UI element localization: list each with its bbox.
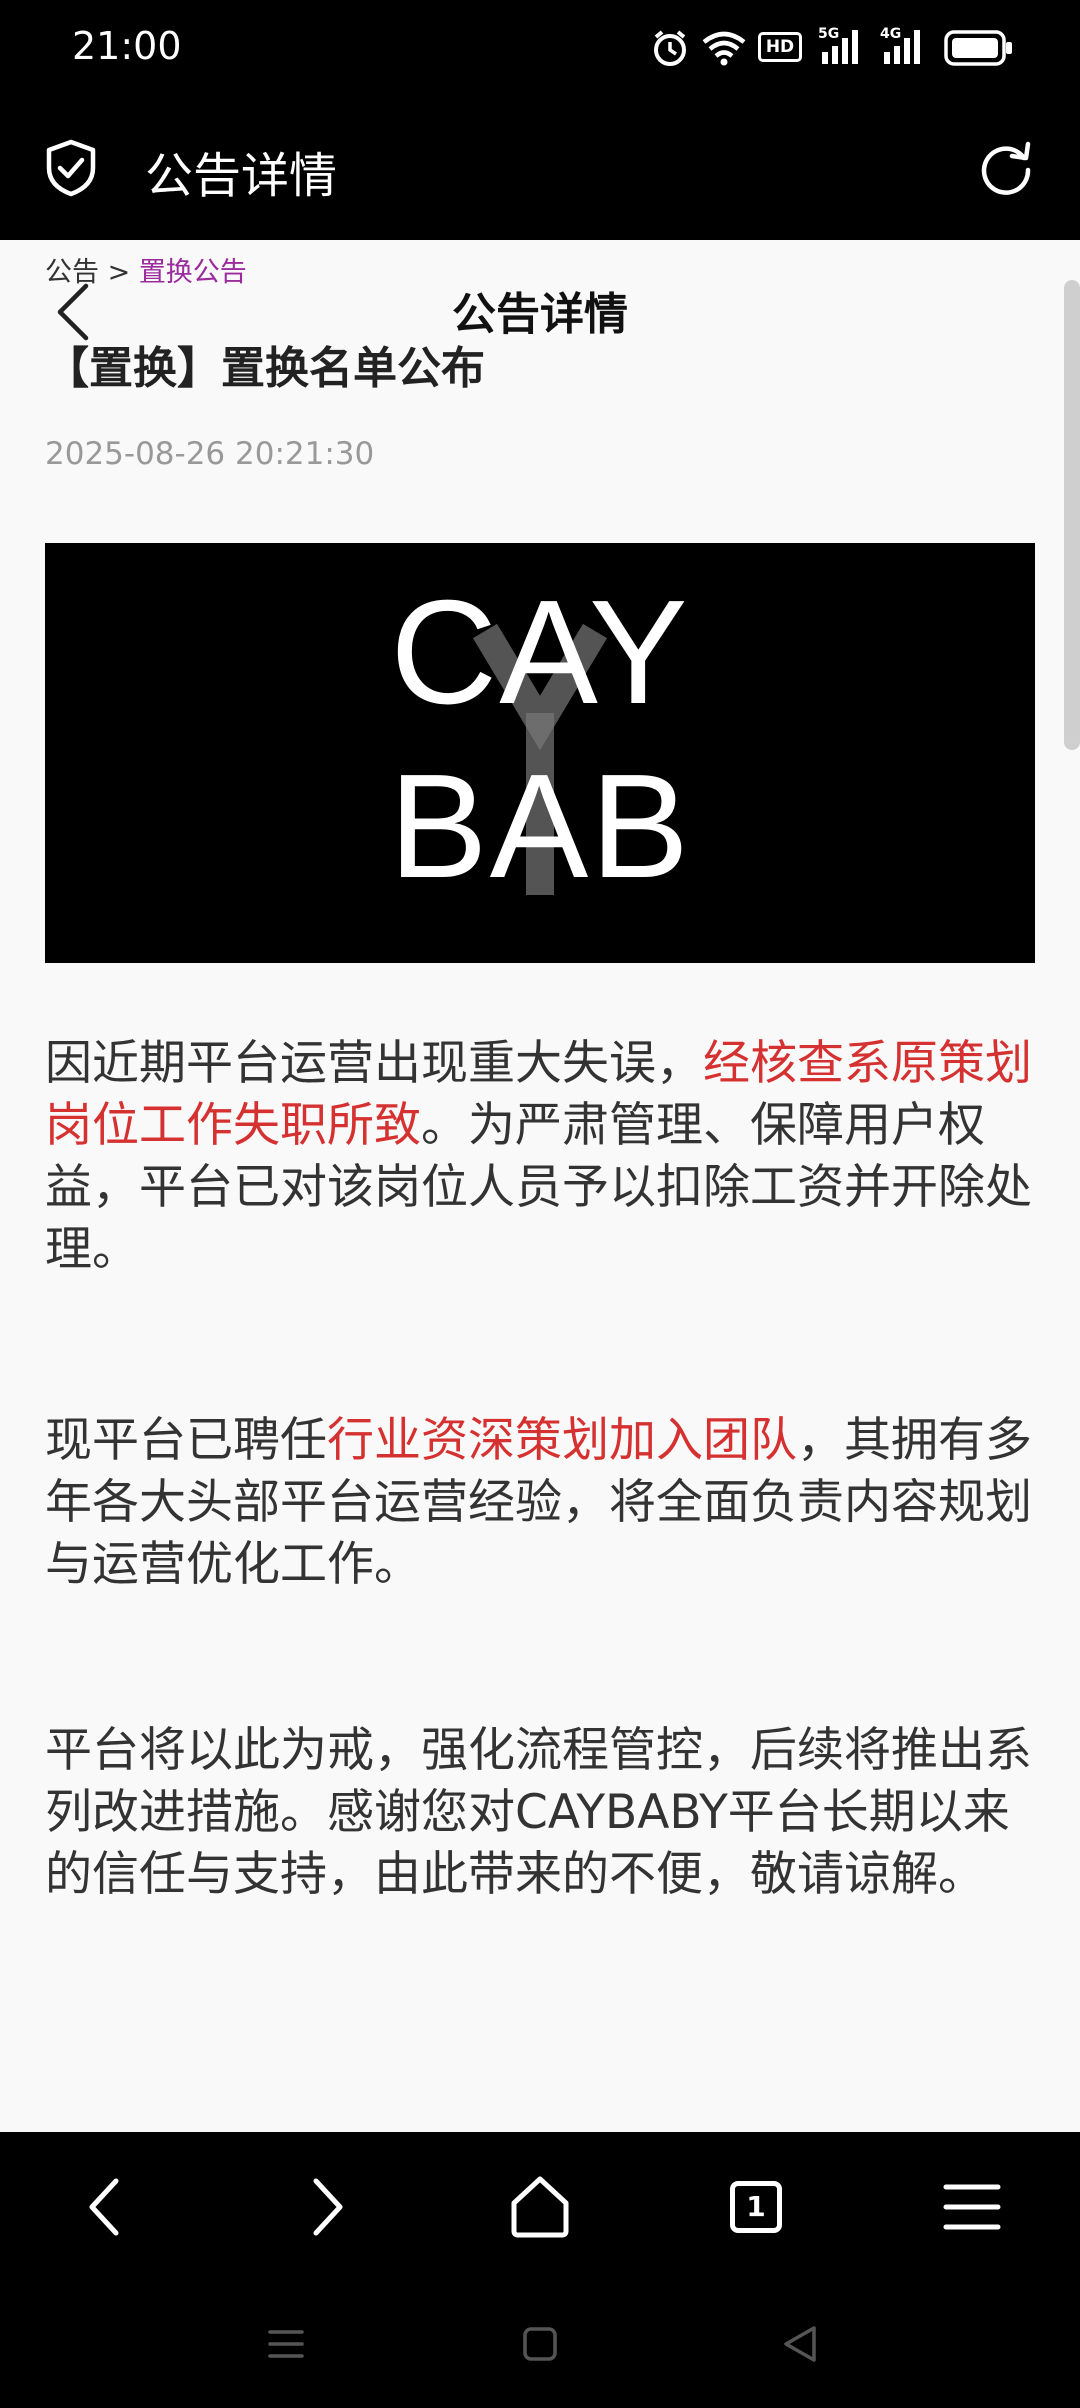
4g-signal-icon: 4G bbox=[880, 26, 930, 66]
paragraph-highlight: 行业资深策划加入团队 bbox=[327, 1413, 797, 1468]
shield-check-icon[interactable] bbox=[45, 139, 97, 197]
tabs-icon[interactable]: 1 bbox=[716, 2167, 796, 2247]
article-paragraph: 现平台已聘任行业资深策划加入团队，其拥有多年各大头部平台运营经验，将全面负责内容… bbox=[45, 1410, 1035, 1596]
5g-signal-icon: 5G bbox=[818, 26, 868, 66]
hd-icon: HD bbox=[758, 32, 802, 62]
paragraph-text: 平台将以此为戒，强化流程管控，后续将推出系列改进措施。感谢您对CAYBABY平台… bbox=[45, 1723, 1032, 1902]
alarm-icon bbox=[654, 30, 686, 66]
caybaby-logo: CAY BAB bbox=[389, 570, 691, 909]
wifi-icon bbox=[702, 31, 746, 66]
back-icon[interactable] bbox=[68, 2167, 148, 2247]
banner-image: CAY BAB bbox=[45, 543, 1035, 963]
status-time: 21:00 bbox=[72, 24, 182, 68]
system-navigation-bar bbox=[0, 2282, 1080, 2408]
status-bar: 21:00 HD 5G 4G bbox=[0, 0, 1080, 96]
tab-count: 1 bbox=[730, 2181, 782, 2233]
browser-top-bar: 公告详情 bbox=[0, 96, 1080, 240]
paragraph-text: 现平台已聘任 bbox=[45, 1413, 327, 1468]
forward-icon[interactable] bbox=[284, 2167, 364, 2247]
home-square-icon[interactable] bbox=[518, 2322, 562, 2366]
svg-text:BAB: BAB bbox=[389, 744, 691, 909]
article-paragraph: 平台将以此为戒，强化流程管控，后续将推出系列改进措施。感谢您对CAYBABY平台… bbox=[45, 1720, 1035, 1906]
svg-text:CAY: CAY bbox=[390, 570, 689, 735]
scrollbar[interactable] bbox=[1064, 280, 1080, 750]
article-paragraph: 因近期平台运营出现重大失误，经核查系原策划岗位工作失职所致。为严肃管理、保障用户… bbox=[45, 1033, 1035, 1281]
recents-icon[interactable] bbox=[264, 2322, 308, 2366]
battery-icon bbox=[944, 30, 1012, 66]
home-icon[interactable] bbox=[500, 2167, 580, 2247]
paragraph-text: 因近期平台运营出现重大失误， bbox=[45, 1036, 703, 1091]
web-page-content: 公告 > 置换公告 公告详情 【置换】置换名单公布 2025-08-26 20:… bbox=[0, 240, 1080, 2132]
refresh-icon[interactable] bbox=[978, 140, 1034, 196]
article-date: 2025-08-26 20:21:30 bbox=[45, 436, 375, 472]
article-title: 【置换】置换名单公布 bbox=[45, 343, 485, 394]
back-triangle-icon[interactable] bbox=[778, 2322, 822, 2366]
browser-title: 公告详情 bbox=[145, 148, 338, 204]
browser-bottom-nav: 1 bbox=[0, 2132, 1080, 2282]
menu-icon[interactable] bbox=[932, 2167, 1012, 2247]
